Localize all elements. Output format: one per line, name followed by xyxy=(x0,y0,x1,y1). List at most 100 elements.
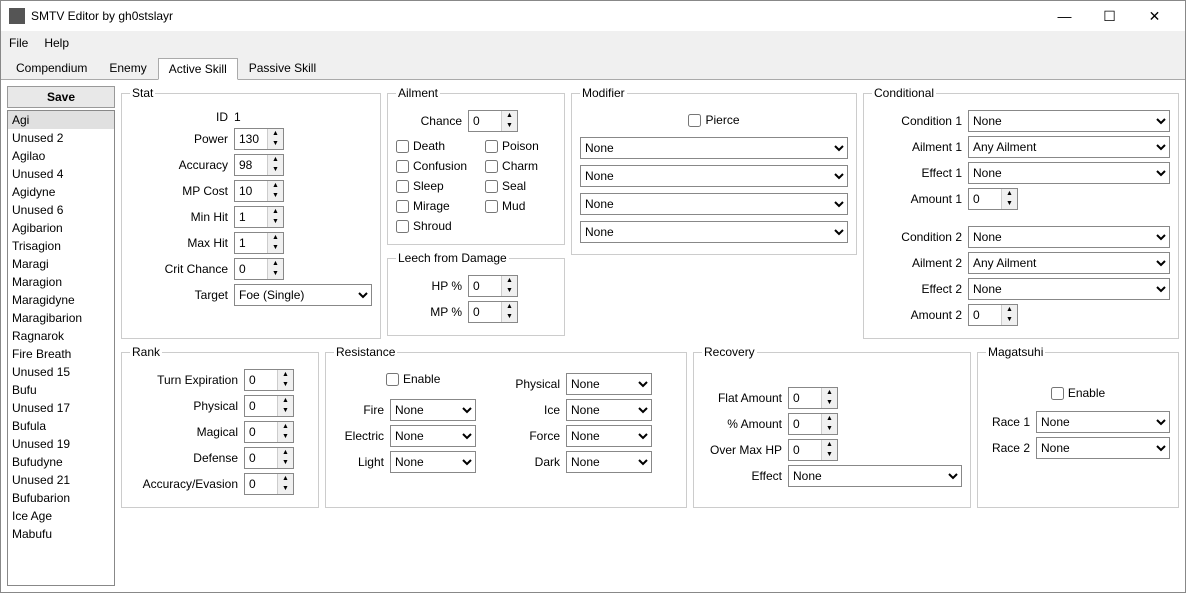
maxhit-input[interactable]: ▲▼ xyxy=(234,232,284,254)
crit-input[interactable]: ▲▼ xyxy=(234,258,284,280)
rank-acc-input[interactable]: ▲▼ xyxy=(244,473,294,495)
close-button[interactable]: ✕ xyxy=(1132,1,1177,31)
list-item[interactable]: Unused 17 xyxy=(8,399,114,417)
tab-passive-skill[interactable]: Passive Skill xyxy=(238,57,327,79)
rank-mag-input[interactable]: ▲▼ xyxy=(244,421,294,443)
tab-compendium[interactable]: Compendium xyxy=(5,57,98,79)
minhit-input[interactable]: ▲▼ xyxy=(234,206,284,228)
res-enable-check[interactable]: Enable xyxy=(386,372,440,386)
amount1-input[interactable]: ▲▼ xyxy=(968,188,1018,210)
stat-group: Stat ID1 Power▲▼ Accuracy▲▼ MP Cost▲▼ Mi… xyxy=(121,86,381,339)
ailment-group: Ailment Chance▲▼ Death Confusion Sleep M… xyxy=(387,86,565,245)
mirage-check[interactable]: Mirage xyxy=(396,199,467,213)
leech-hp-input[interactable]: ▲▼ xyxy=(468,275,518,297)
list-item[interactable]: Mabufu xyxy=(8,525,114,543)
rank-group: Rank Turn Expiration▲▼ Physical▲▼ Magica… xyxy=(121,345,319,508)
conditional-group: Conditional Condition 1None Ailment 1Any… xyxy=(863,86,1179,339)
rank-phys-input[interactable]: ▲▼ xyxy=(244,395,294,417)
list-item[interactable]: Unused 2 xyxy=(8,129,114,147)
res-phys[interactable]: None xyxy=(566,373,652,395)
list-item[interactable]: Trisagion xyxy=(8,237,114,255)
rank-def-input[interactable]: ▲▼ xyxy=(244,447,294,469)
recovery-over-input[interactable]: ▲▼ xyxy=(788,439,838,461)
tab-active-skill[interactable]: Active Skill xyxy=(158,58,238,80)
skill-list[interactable]: AgiUnused 2AgilaoUnused 4AgidyneUnused 6… xyxy=(7,110,115,586)
window-title: SMTV Editor by gh0stslayr xyxy=(31,9,1042,23)
recovery-group: Recovery Flat Amount▲▼ % Amount▲▼ Over M… xyxy=(693,345,971,508)
list-item[interactable]: Ragnarok xyxy=(8,327,114,345)
list-item[interactable]: Agidyne xyxy=(8,183,114,201)
list-item[interactable]: Maragibarion xyxy=(8,309,114,327)
target-select[interactable]: Foe (Single) xyxy=(234,284,372,306)
race2-select[interactable]: None xyxy=(1036,437,1170,459)
app-icon xyxy=(9,8,25,24)
maximize-button[interactable]: ☐ xyxy=(1087,1,1132,31)
seal-check[interactable]: Seal xyxy=(485,179,539,193)
turn-exp-input[interactable]: ▲▼ xyxy=(244,369,294,391)
list-item[interactable]: Fire Breath xyxy=(8,345,114,363)
poison-check[interactable]: Poison xyxy=(485,139,539,153)
minimize-button[interactable]: — xyxy=(1042,1,1087,31)
list-item[interactable]: Unused 4 xyxy=(8,165,114,183)
resistance-group: Resistance Enable FireNone ElectricNone … xyxy=(325,345,687,508)
modifier-1[interactable]: None xyxy=(580,137,848,159)
title-bar: SMTV Editor by gh0stslayr — ☐ ✕ xyxy=(1,1,1185,31)
res-elec[interactable]: None xyxy=(390,425,476,447)
magatsuhi-enable-check[interactable]: Enable xyxy=(1051,386,1105,400)
list-item[interactable]: Agilao xyxy=(8,147,114,165)
death-check[interactable]: Death xyxy=(396,139,467,153)
effect1-select[interactable]: None xyxy=(968,162,1170,184)
menu-help[interactable]: Help xyxy=(44,36,69,50)
res-force[interactable]: None xyxy=(566,425,652,447)
charm-check[interactable]: Charm xyxy=(485,159,539,173)
tab-enemy[interactable]: Enemy xyxy=(98,57,157,79)
effect2-select[interactable]: None xyxy=(968,278,1170,300)
magatsuhi-group: Magatsuhi Enable Race 1None Race 2None xyxy=(977,345,1179,508)
recovery-effect-select[interactable]: None xyxy=(788,465,962,487)
race1-select[interactable]: None xyxy=(1036,411,1170,433)
list-item[interactable]: Bufula xyxy=(8,417,114,435)
ailment1-select[interactable]: Any Ailment xyxy=(968,136,1170,158)
recovery-pct-input[interactable]: ▲▼ xyxy=(788,413,838,435)
list-item[interactable]: Ice Age xyxy=(8,507,114,525)
res-dark[interactable]: None xyxy=(566,451,652,473)
amount2-input[interactable]: ▲▼ xyxy=(968,304,1018,326)
list-item[interactable]: Agi xyxy=(8,111,114,129)
menu-bar: File Help xyxy=(1,31,1185,55)
shroud-check[interactable]: Shroud xyxy=(396,219,467,233)
list-item[interactable]: Maragion xyxy=(8,273,114,291)
list-item[interactable]: Agibarion xyxy=(8,219,114,237)
leech-mp-input[interactable]: ▲▼ xyxy=(468,301,518,323)
list-item[interactable]: Maragi xyxy=(8,255,114,273)
mud-check[interactable]: Mud xyxy=(485,199,539,213)
list-item[interactable]: Bufubarion xyxy=(8,489,114,507)
condition1-select[interactable]: None xyxy=(968,110,1170,132)
chance-input[interactable]: ▲▼ xyxy=(468,110,518,132)
modifier-2[interactable]: None xyxy=(580,165,848,187)
list-item[interactable]: Bufudyne xyxy=(8,453,114,471)
list-item[interactable]: Maragidyne xyxy=(8,291,114,309)
recovery-flat-input[interactable]: ▲▼ xyxy=(788,387,838,409)
power-input[interactable]: ▲▼ xyxy=(234,128,284,150)
res-ice[interactable]: None xyxy=(566,399,652,421)
tab-strip: Compendium Enemy Active Skill Passive Sk… xyxy=(1,55,1185,79)
ailment2-select[interactable]: Any Ailment xyxy=(968,252,1170,274)
list-item[interactable]: Bufu xyxy=(8,381,114,399)
modifier-3[interactable]: None xyxy=(580,193,848,215)
list-item[interactable]: Unused 21 xyxy=(8,471,114,489)
list-item[interactable]: Unused 15 xyxy=(8,363,114,381)
confusion-check[interactable]: Confusion xyxy=(396,159,467,173)
accuracy-input[interactable]: ▲▼ xyxy=(234,154,284,176)
res-fire[interactable]: None xyxy=(390,399,476,421)
modifier-group: Modifier Pierce None None None None xyxy=(571,86,857,255)
pierce-check[interactable]: Pierce xyxy=(688,113,739,127)
menu-file[interactable]: File xyxy=(9,36,28,50)
res-light[interactable]: None xyxy=(390,451,476,473)
list-item[interactable]: Unused 19 xyxy=(8,435,114,453)
list-item[interactable]: Unused 6 xyxy=(8,201,114,219)
modifier-4[interactable]: None xyxy=(580,221,848,243)
mpcost-input[interactable]: ▲▼ xyxy=(234,180,284,202)
save-button[interactable]: Save xyxy=(7,86,115,108)
sleep-check[interactable]: Sleep xyxy=(396,179,467,193)
condition2-select[interactable]: None xyxy=(968,226,1170,248)
